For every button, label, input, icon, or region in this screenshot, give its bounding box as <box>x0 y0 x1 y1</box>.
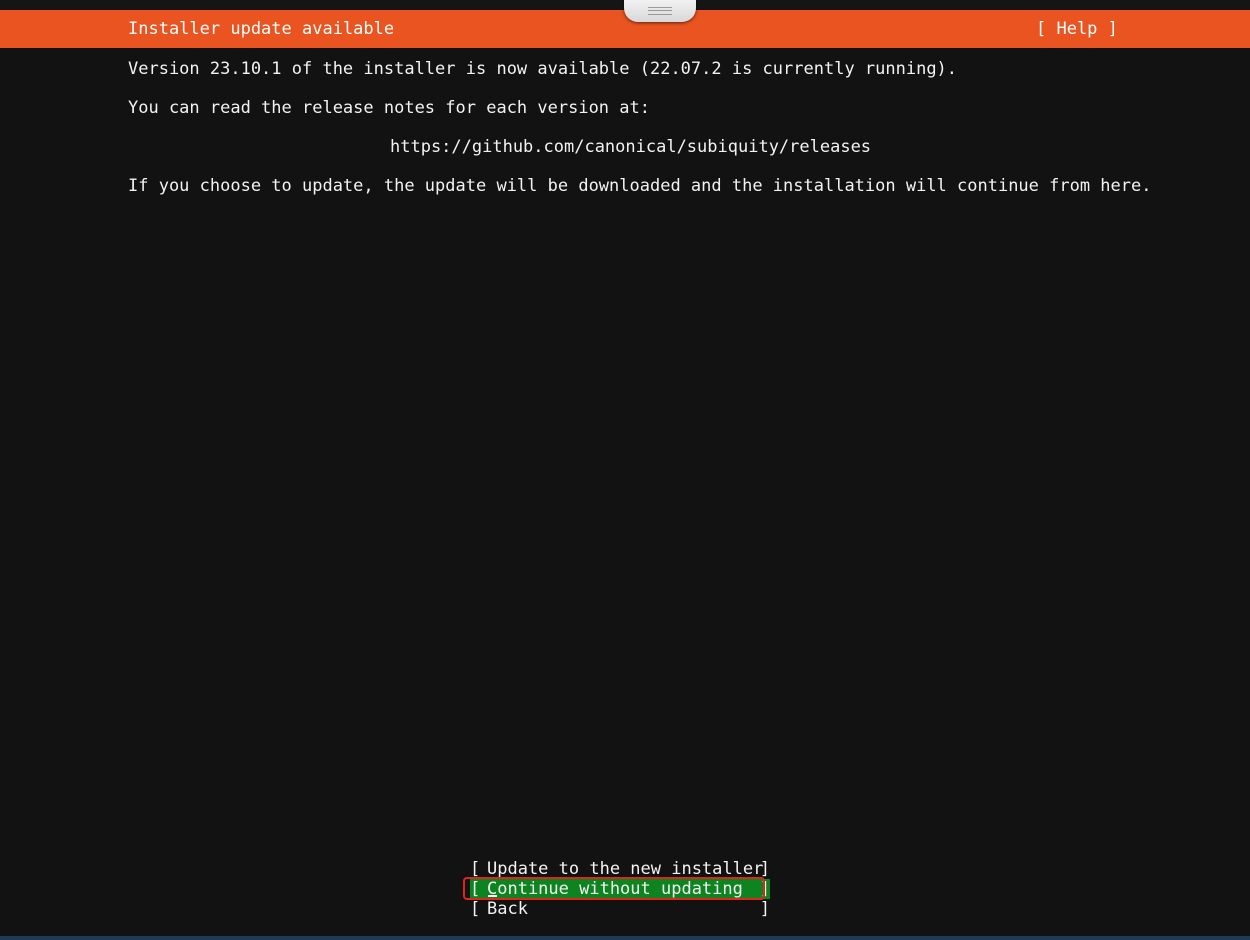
release-notes-text: You can read the release notes for each … <box>128 98 650 118</box>
button-open-bracket: [ <box>470 899 481 919</box>
button-close-bracket: ] <box>759 879 770 899</box>
help-button[interactable]: [ Help ] <box>1036 10 1118 48</box>
button-open-bracket: [ <box>470 859 481 879</box>
update-info-text: If you choose to update, the update will… <box>128 176 1152 196</box>
page-title: Installer update available <box>128 19 395 39</box>
update-installer-label: Update to the new installer <box>487 859 764 879</box>
version-text: Version 23.10.1 of the installer is now … <box>128 59 958 79</box>
button-close-bracket: ] <box>759 859 770 879</box>
grip-icon <box>648 7 672 15</box>
button-open-bracket: [ <box>470 879 481 899</box>
bottom-strip <box>0 936 1250 940</box>
back-label: Back <box>487 899 528 919</box>
release-notes-url: https://github.com/canonical/subiquity/r… <box>390 137 872 157</box>
vm-toolbar-handle[interactable] <box>624 0 696 22</box>
button-close-bracket: ] <box>759 899 770 919</box>
update-installer-button[interactable]: [ Update to the new installer ] <box>470 859 770 879</box>
continue-without-updating-button[interactable]: [ Continue without updating ] <box>470 879 770 899</box>
continue-without-updating-label: Continue without updating <box>487 879 743 899</box>
back-button[interactable]: [ Back ] <box>470 899 770 919</box>
text-cursor <box>488 895 497 897</box>
